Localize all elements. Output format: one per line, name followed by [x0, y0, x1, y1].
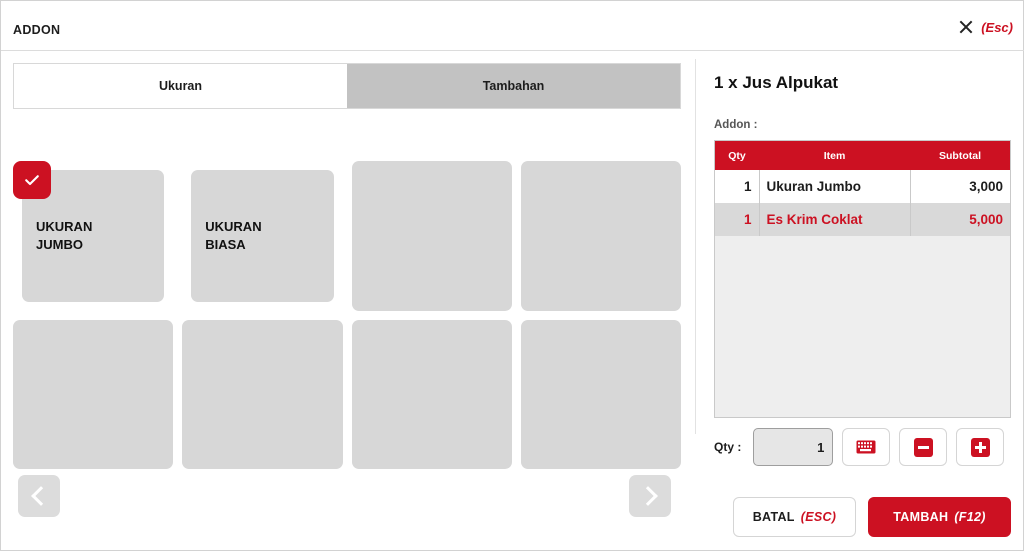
column-header-item: Item	[759, 141, 910, 170]
addon-selection-panel: Ukuran Tambahan UKURAN JUMBO UKURAN BIAS…	[1, 51, 695, 551]
addon-tile-grid: UKURAN JUMBO UKURAN BIASA	[13, 161, 681, 469]
cell-item: Ukuran Jumbo	[759, 170, 911, 203]
addon-tile[interactable]: UKURAN BIASA	[182, 161, 343, 311]
quantity-controls: Qty :	[714, 428, 1005, 466]
table-row[interactable]: 1 Es Krim Coklat 5,000	[715, 203, 1010, 236]
cancel-button[interactable]: BATAL (ESC)	[733, 497, 856, 537]
addon-tile[interactable]: UKURAN JUMBO	[13, 161, 174, 311]
addon-tile-empty	[351, 161, 512, 311]
column-header-qty: Qty	[715, 141, 759, 170]
addon-tile-label: UKURAN BIASA	[205, 219, 262, 252]
keyboard-button[interactable]	[842, 428, 891, 466]
increase-quantity-button[interactable]	[956, 428, 1005, 466]
cell-item: Es Krim Coklat	[759, 203, 911, 236]
prev-page-button[interactable]	[18, 475, 60, 517]
page-title: ADDON	[13, 23, 61, 37]
quantity-label: Qty :	[714, 440, 742, 454]
plus-icon	[970, 437, 990, 457]
table-row[interactable]: 1 Ukuran Jumbo 3,000	[715, 170, 1010, 203]
table-header-row: Qty Item Subtotal	[715, 141, 1010, 170]
addon-tabs: Ukuran Tambahan	[13, 63, 681, 109]
product-title: 1 x Jus Alpukat	[714, 73, 839, 92]
tab-ukuran-label: Ukuran	[158, 79, 203, 93]
addon-tile-empty	[351, 319, 512, 469]
addon-tile-empty	[182, 319, 343, 469]
close-button[interactable]: (Esc)	[958, 19, 1013, 35]
close-icon	[958, 19, 974, 35]
order-detail-panel: 1 x Jus Alpukat Addon : Qty Item Subtota…	[696, 51, 1024, 551]
cell-subtotal: 3,000	[969, 179, 1003, 194]
addon-tile-label: UKURAN JUMBO	[36, 219, 93, 252]
chevron-left-icon	[31, 486, 51, 506]
dialog-footer: BATAL (ESC) TAMBAH (F12)	[733, 497, 1011, 537]
next-page-button[interactable]	[629, 475, 671, 517]
dialog-titlebar: ADDON (Esc)	[1, 1, 1024, 51]
cell-qty: 1	[715, 170, 760, 203]
decrease-quantity-button[interactable]	[899, 428, 948, 466]
addon-section-label: Addon :	[714, 119, 758, 131]
check-icon	[13, 161, 51, 199]
chevron-right-icon	[638, 486, 658, 506]
close-shortcut-label: (Esc)	[981, 19, 1013, 35]
cancel-button-label: BATAL	[752, 510, 795, 524]
addon-tile-body: UKURAN BIASA	[191, 170, 334, 302]
add-button[interactable]: TAMBAH (F12)	[868, 497, 1011, 537]
addon-dialog: ADDON (Esc) Ukuran Tambahan UKURAN JUMBO…	[0, 0, 1024, 551]
cell-qty: 1	[715, 203, 760, 236]
cell-subtotal: 5,000	[969, 212, 1003, 227]
tab-ukuran[interactable]: Ukuran	[14, 64, 347, 108]
tab-tambahan[interactable]: Tambahan	[347, 64, 680, 108]
add-button-label: TAMBAH	[893, 510, 949, 524]
column-header-subtotal: Subtotal	[910, 141, 1010, 170]
cancel-button-shortcut: (ESC)	[800, 510, 837, 524]
addon-table: Qty Item Subtotal 1 Ukuran Jumbo 3,000 1…	[714, 140, 1011, 418]
minus-icon	[913, 437, 933, 457]
tab-tambahan-label: Tambahan	[482, 79, 545, 93]
addon-tile-empty	[520, 161, 681, 311]
keyboard-icon	[856, 440, 876, 454]
add-button-shortcut: (F12)	[954, 510, 986, 524]
addon-tile-empty	[520, 319, 681, 469]
addon-tile-empty	[13, 319, 174, 469]
quantity-input[interactable]	[753, 428, 834, 466]
